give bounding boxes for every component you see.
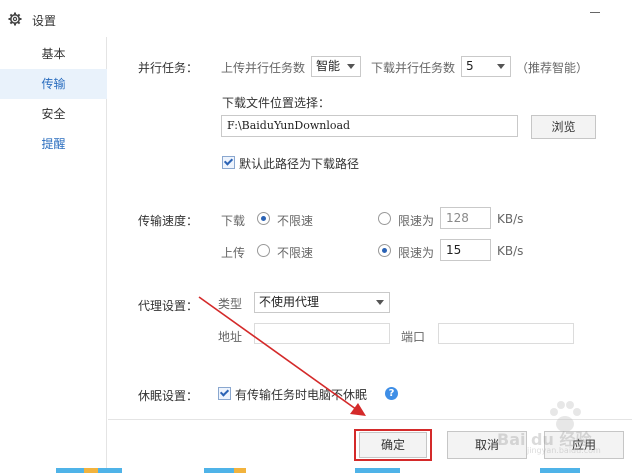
upload-limit-input[interactable]: 15 [440,239,491,261]
radio-dot-icon [382,248,387,253]
proxy-port-label: 端口 [401,330,426,344]
proxy-port-input[interactable] [438,323,574,344]
minimize-icon [590,12,600,13]
default-path-label: 默认此路径为下载路径 [239,157,360,171]
apply-button[interactable]: 应用 [544,431,624,459]
download-parallel-select[interactable]: 5 [461,56,511,77]
sidebar-item-reminder[interactable]: 提醒 [0,129,107,159]
prevent-sleep-checkbox[interactable] [218,387,231,400]
strip-segment [540,468,580,473]
proxy-address-label: 地址 [218,330,243,344]
upload-parallel-select[interactable]: 智能 [311,56,361,77]
default-path-checkbox[interactable] [222,156,235,169]
proxy-type-select[interactable]: 不使用代理 [254,292,390,313]
download-unlimited-radio[interactable] [257,212,270,225]
download-limited-label: 限速为 [398,214,435,228]
upload-limit-value: 15 [446,243,462,257]
chevron-down-icon [376,300,384,305]
strip-segment [56,468,84,473]
parallel-tasks-label: 并行任务： [138,61,199,75]
strip-segment [98,468,122,473]
download-unit-label: KB/s [497,212,524,226]
settings-gear-icon [8,12,22,26]
download-unlimited-label: 不限速 [277,214,314,228]
chevron-down-icon [497,64,505,69]
help-icon[interactable]: ? [385,387,398,400]
sidebar-item-basic[interactable]: 基本 [0,39,107,69]
upload-speed-label: 上传 [221,246,246,260]
ok-highlight-box [354,429,432,461]
download-limited-radio[interactable] [378,212,391,225]
upload-unlimited-radio[interactable] [257,244,270,257]
sidebar-item-label: 基本 [41,47,66,61]
upload-unlimited-label: 不限速 [277,246,314,260]
checkmark-icon [223,156,234,166]
download-limit-value: 128 [446,211,469,225]
strip-segment [204,468,234,473]
proxy-settings-label: 代理设置： [138,299,199,313]
radio-dot-icon [261,216,266,221]
chevron-down-icon [347,64,355,69]
upload-limited-radio[interactable] [378,244,391,257]
download-limit-input[interactable]: 128 [440,207,491,229]
browse-button-label: 浏览 [551,120,576,134]
settings-sidebar: 基本 传输 安全 提醒 [0,37,107,473]
taskbar-strip [0,468,632,473]
apply-button-label: 应用 [571,438,596,452]
proxy-type-label: 类型 [218,297,243,311]
sidebar-item-label: 安全 [41,107,66,121]
proxy-type-value: 不使用代理 [259,295,320,309]
minimize-button[interactable] [588,10,602,24]
download-parallel-label: 下载并行任务数 [371,61,456,75]
upload-unit-label: KB/s [497,244,524,258]
transfer-speed-label: 传输速度： [138,214,199,228]
proxy-address-input[interactable] [254,323,390,344]
download-path-value: F:\BaiduYunDownload [227,119,351,132]
checkmark-icon [219,387,230,397]
upload-parallel-value: 智能 [316,59,341,73]
upload-parallel-label: 上传并行任务数 [221,61,306,75]
browse-button[interactable]: 浏览 [531,115,596,139]
sidebar-item-label: 传输 [41,77,66,91]
download-path-input[interactable]: F:\BaiduYunDownload [221,115,518,137]
cancel-button[interactable]: 取消 [447,431,527,459]
cancel-button-label: 取消 [474,438,499,452]
download-speed-label: 下载 [221,214,246,228]
footer-divider [108,419,632,420]
download-parallel-value: 5 [466,59,474,73]
sidebar-item-transfer[interactable]: 传输 [0,69,107,99]
download-location-label: 下载文件位置选择： [222,96,331,110]
sidebar-item-security[interactable]: 安全 [0,99,107,129]
title-bar: 设置 [0,0,632,37]
sleep-settings-label: 休眠设置： [138,389,199,403]
sidebar-item-label: 提醒 [41,137,66,151]
prevent-sleep-label: 有传输任务时电脑不休眠 [235,388,368,402]
recommend-hint: （推荐智能） [516,61,589,75]
strip-segment [355,468,400,473]
upload-limited-label: 限速为 [398,246,435,260]
window-title: 设置 [32,14,57,28]
strip-segment [84,468,98,473]
strip-segment [234,468,246,473]
